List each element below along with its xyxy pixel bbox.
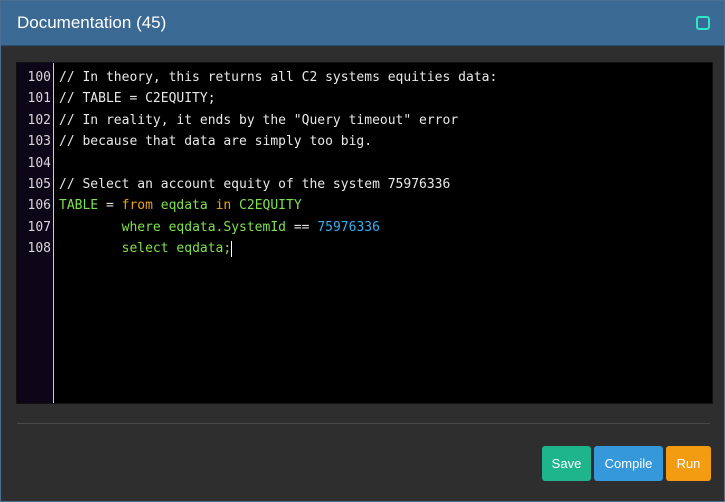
code-token-comment: // Select an account equity of the syste… [59, 177, 451, 192]
code-token-op: = [98, 198, 122, 214]
code-token-comment: // TABLE = C2EQUITY; [59, 91, 216, 107]
line-number: 103 [27, 134, 51, 150]
line-number: 106 [27, 198, 51, 214]
code-token-comment: // In theory, this returns all C2 system… [59, 70, 498, 85]
window-title: Documentation (45) [17, 13, 167, 32]
line-number: 104 [27, 155, 51, 171]
window-titlebar[interactable]: Documentation (45) [1, 1, 724, 46]
code-line: // Select an account equity of the syste… [59, 174, 450, 195]
footer-divider [17, 423, 710, 424]
code-token-op: == [286, 219, 318, 235]
code-token-op [231, 198, 239, 213]
code-line: where eqdata.SystemId == 75976336 [59, 217, 380, 238]
code-token-ident: TABLE [59, 198, 99, 214]
code-token-kw: in [215, 198, 232, 214]
code-token-ident: where eqdata.SystemId [121, 219, 286, 235]
code-token-op [153, 198, 161, 213]
code-token-ident: eqdata [160, 198, 208, 214]
code-line: // TABLE = C2EQUITY; [59, 88, 216, 109]
line-number: 105 [27, 177, 51, 192]
restore-icon[interactable] [696, 16, 710, 30]
compile-button[interactable]: Compile [594, 446, 663, 481]
line-number: 107 [27, 219, 51, 235]
save-button[interactable]: Save [542, 446, 591, 481]
code-token-comment: // In reality, it ends by the "Query tim… [59, 112, 459, 128]
code-token-kw: from [121, 198, 153, 214]
code-token-comment: // because that data are simply too big. [59, 134, 373, 150]
line-number: 101 [27, 91, 51, 107]
text-cursor [231, 240, 233, 257]
code-token-num: 75976336 [317, 219, 380, 235]
code-token-ident: C2EQUITY [239, 198, 302, 214]
code-line: TABLE = from eqdata in C2EQUITY [59, 195, 302, 216]
code-token-op [208, 198, 216, 213]
code-line: // In theory, this returns all C2 system… [59, 67, 497, 88]
line-number: 100 [27, 70, 51, 85]
code-area[interactable]: // In theory, this returns all C2 system… [59, 63, 708, 403]
code-line: select eqdata; [59, 238, 233, 259]
code-token-ident: select eqdata; [121, 241, 232, 257]
code-editor[interactable]: 100 101 102 103 104 105 106 107 108 // In theory… [16, 62, 713, 404]
line-number: 108 [27, 241, 51, 257]
line-number: 102 [27, 112, 51, 128]
code-token-op [59, 241, 122, 256]
documentation-window: Documentation (45) 100 101 102 103 104 105 106… [0, 0, 725, 502]
line-number-gutter: 100 101 102 103 104 105 106 107 108 [17, 63, 54, 403]
run-button[interactable]: Run [666, 446, 711, 481]
code-token-op [59, 220, 122, 235]
code-line: // because that data are simply too big. [59, 131, 372, 152]
code-line: // In reality, it ends by the "Query tim… [59, 110, 458, 131]
